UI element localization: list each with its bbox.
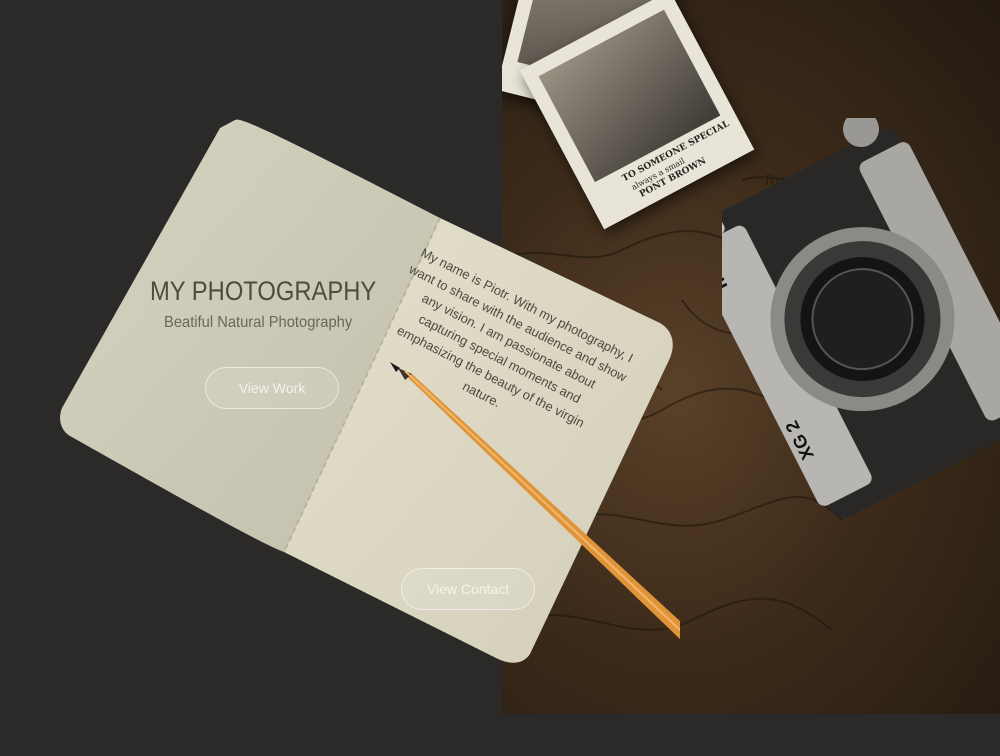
- camera: minolta XG 2: [722, 118, 1000, 518]
- view-work-button[interactable]: View Work: [205, 367, 339, 409]
- page-subtitle: Beatiful Natural Photography: [164, 314, 353, 331]
- page-title: MY PHOTOGRAPHY: [150, 276, 377, 306]
- view-contact-button[interactable]: View Contact: [401, 568, 535, 610]
